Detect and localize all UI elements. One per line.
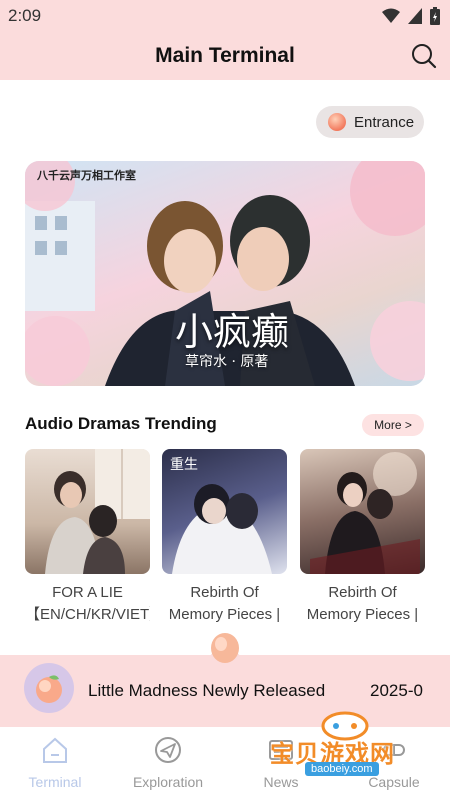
- drama-title: Rebirth Of Memory Pieces | 重生: [306, 584, 419, 623]
- drama-title: FOR A LIE 【EN/CH/KR/VIET】: [25, 584, 150, 623]
- home-icon: [43, 737, 67, 763]
- page-title: Main Terminal: [155, 44, 295, 67]
- release-date: 2025-0: [370, 681, 423, 700]
- nav-label-exploration: Exploration: [132, 774, 204, 790]
- banner-title: 小疯癫: [175, 310, 290, 354]
- header: Main Terminal: [0, 32, 450, 80]
- banner-studio-label: 八千云声万相工作室: [37, 170, 136, 182]
- drama-cover: [300, 449, 425, 574]
- more-button[interactable]: More >: [362, 414, 424, 436]
- wifi-icon: [382, 8, 400, 23]
- drama-cover: 重生: [162, 449, 287, 574]
- section-title-trending: Audio Dramas Trending: [25, 414, 217, 433]
- nav-item-terminal[interactable]: Terminal: [10, 735, 100, 790]
- status-time: 2:09: [8, 6, 42, 25]
- status-icons: [382, 7, 440, 25]
- banner-subtitle: 草帘水 · 原著: [185, 354, 269, 370]
- drama-card[interactable]: Rebirth Of Memory Pieces | 重生: [300, 449, 425, 626]
- watermark-url: baobeiy.com: [305, 762, 379, 776]
- nav-item-exploration[interactable]: Exploration: [123, 735, 213, 790]
- paper-plane-icon: [155, 737, 181, 763]
- svg-text:重生: 重生: [170, 457, 198, 473]
- hero-banner[interactable]: 八千云声万相工作室 小疯癫 草帘水 · 原著: [25, 161, 425, 386]
- entrance-label: Entrance: [354, 113, 415, 131]
- drama-card[interactable]: FOR A LIE 【EN/CH/KR/VIET】: [25, 449, 150, 626]
- trending-list: FOR A LIE 【EN/CH/KR/VIET】 重生 Rebirth Of …: [25, 449, 425, 639]
- signal-icon: [408, 8, 422, 24]
- cover-art: [310, 452, 420, 574]
- nav-label-terminal: Terminal: [28, 774, 82, 790]
- release-peach-icon: [24, 663, 74, 713]
- drama-card[interactable]: 重生 Rebirth Of Memory Pieces | 重生: [162, 449, 287, 626]
- peach-bump-icon: [200, 633, 250, 670]
- cover-art: 重生: [170, 457, 272, 574]
- battery-icon: [430, 7, 440, 25]
- drama-cover: [25, 449, 150, 574]
- peach-icon: [328, 113, 346, 131]
- search-icon: [412, 44, 437, 69]
- entrance-button[interactable]: Entrance: [316, 106, 424, 138]
- cover-art: [45, 449, 150, 574]
- search-button[interactable]: [410, 42, 438, 70]
- release-text: Little Madness Newly Released: [88, 681, 326, 700]
- status-bar: 2:09: [0, 0, 450, 32]
